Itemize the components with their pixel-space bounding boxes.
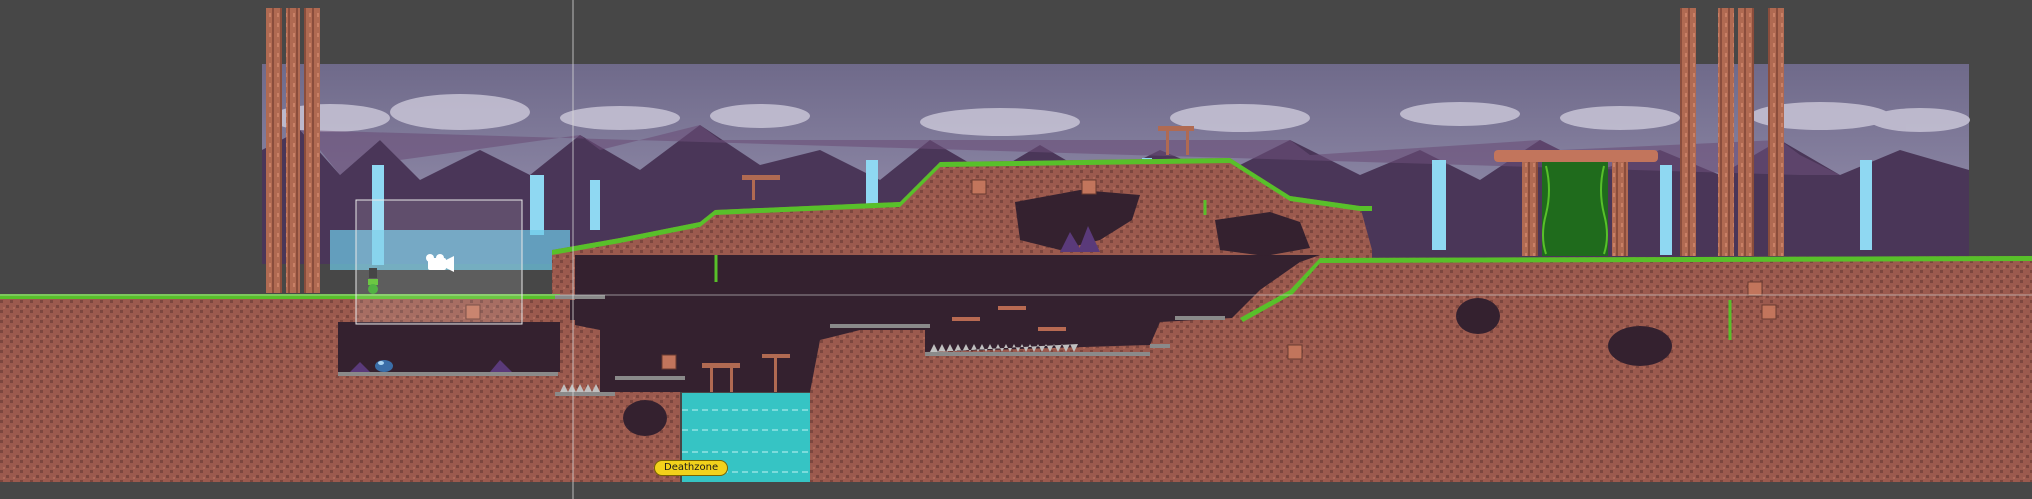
level-canvas[interactable] <box>0 0 2032 499</box>
cave-left-lower <box>338 322 560 372</box>
left-tree-trunks <box>266 8 320 293</box>
scene-view[interactable]: Deathzone <box>0 0 2032 499</box>
wooden-signpost-icon <box>762 354 790 358</box>
deathzone-label[interactable]: Deathzone <box>654 460 729 476</box>
cave-hole-right-2 <box>1608 326 1672 366</box>
cave-hole <box>623 400 667 436</box>
vine-door-icon <box>1542 162 1608 256</box>
cave-hole-right <box>1456 298 1500 334</box>
wooden-signpost-icon <box>702 363 740 368</box>
wooden-signpost-icon <box>742 175 780 180</box>
camera-bounds-box <box>355 199 523 325</box>
wooden-signpost-icon <box>1158 126 1194 131</box>
plateau-right <box>1230 256 2032 482</box>
slime-enemy-icon[interactable] <box>375 360 393 372</box>
right-tree-trunks <box>1680 8 1784 256</box>
